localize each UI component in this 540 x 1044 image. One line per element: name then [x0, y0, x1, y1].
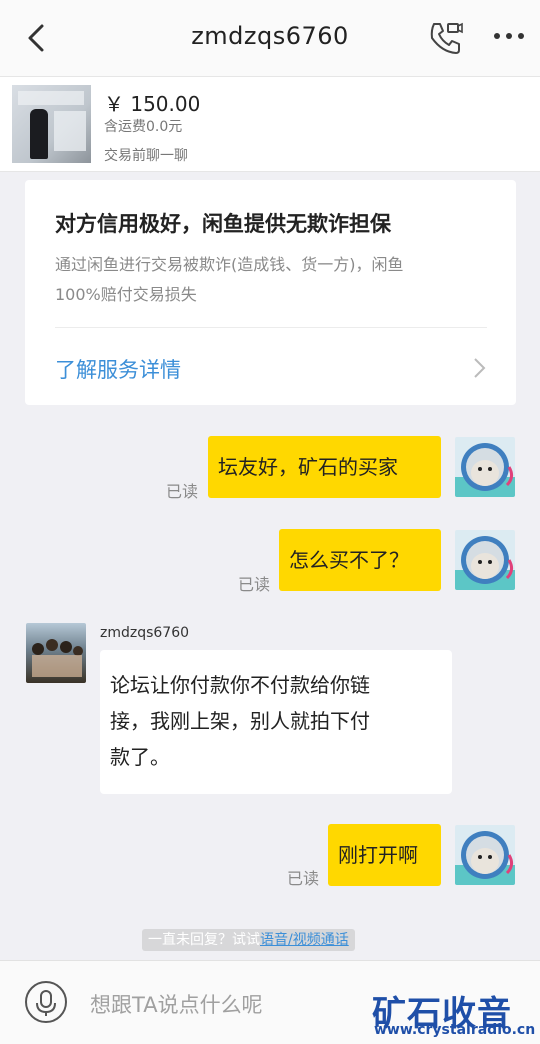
read-status: 已读 — [287, 869, 320, 888]
guarantee-title: 对方信用极好，闲鱼提供无欺诈担保 — [55, 212, 391, 236]
chevron-left-icon[interactable] — [22, 20, 52, 56]
guarantee-card: 对方信用极好，闲鱼提供无欺诈担保 通过闲鱼进行交易被欺诈(造成钱、货一方)，闲鱼… — [25, 180, 516, 405]
read-status: 已读 — [238, 575, 271, 594]
message-input[interactable]: 想跟TA说点什么呢 — [90, 989, 263, 1019]
hint-text: 一直未回复？试试 — [148, 932, 260, 948]
other-message-bubble[interactable]: 论坛让你付款你不付款给你链 接，我刚上架，别人就拍下付 款了。 — [100, 650, 452, 794]
guarantee-description: 通过闲鱼进行交易被欺诈(造成钱、货一方)，闲鱼 100%赔付交易损失 — [55, 250, 485, 310]
guarantee-desc-line: 通过闲鱼进行交易被欺诈(造成钱、货一方)，闲鱼 — [55, 255, 404, 274]
my-message-bubble[interactable]: 刚打开啊 — [328, 824, 441, 886]
my-avatar[interactable] — [455, 530, 515, 590]
call-suggestion-hint: 一直未回复？试试语音/视频通话 — [142, 929, 355, 951]
cat-avatar-icon — [455, 536, 515, 590]
my-avatar[interactable] — [455, 825, 515, 885]
read-status: 已读 — [166, 482, 199, 501]
message-text: 坛友好，矿石的买家 — [218, 455, 398, 479]
cat-avatar-icon — [455, 831, 515, 885]
watermark-url: www.crystalradio.cn — [374, 1022, 536, 1038]
chat-title: zmdzqs6760 — [191, 22, 349, 50]
more-dots-icon[interactable] — [492, 28, 526, 44]
top-nav-bar: zmdzqs6760 — [0, 0, 540, 76]
product-thumbnail[interactable] — [12, 85, 91, 163]
voice-video-call-link[interactable]: 语音/视频通话 — [260, 932, 349, 948]
message-text-line: 款了。 — [110, 745, 170, 769]
group-photo-icon — [32, 639, 83, 677]
service-details-link[interactable]: 了解服务详情 — [55, 354, 181, 384]
chevron-right-icon[interactable] — [471, 356, 487, 380]
cat-avatar-icon — [455, 443, 515, 497]
my-message-bubble[interactable]: 坛友好，矿石的买家 — [208, 436, 441, 498]
message-text: 刚打开啊 — [338, 843, 418, 867]
product-bar[interactable] — [0, 76, 540, 172]
product-price: ￥ 150.00 — [104, 92, 201, 116]
message-text: 怎么买不了？ — [289, 548, 409, 572]
shipping-fee: 含运费0.0元 — [104, 119, 183, 135]
divider — [55, 327, 487, 328]
other-user-avatar[interactable] — [26, 623, 86, 683]
guarantee-desc-line: 100%赔付交易损失 — [55, 285, 197, 304]
microphone-icon[interactable] — [25, 981, 67, 1023]
my-avatar[interactable] — [455, 437, 515, 497]
phone-video-icon[interactable] — [428, 20, 464, 56]
pre-trade-note: 交易前聊一聊 — [104, 148, 188, 164]
sender-name: zmdzqs6760 — [100, 625, 190, 641]
my-message-bubble[interactable]: 怎么买不了？ — [279, 529, 441, 591]
